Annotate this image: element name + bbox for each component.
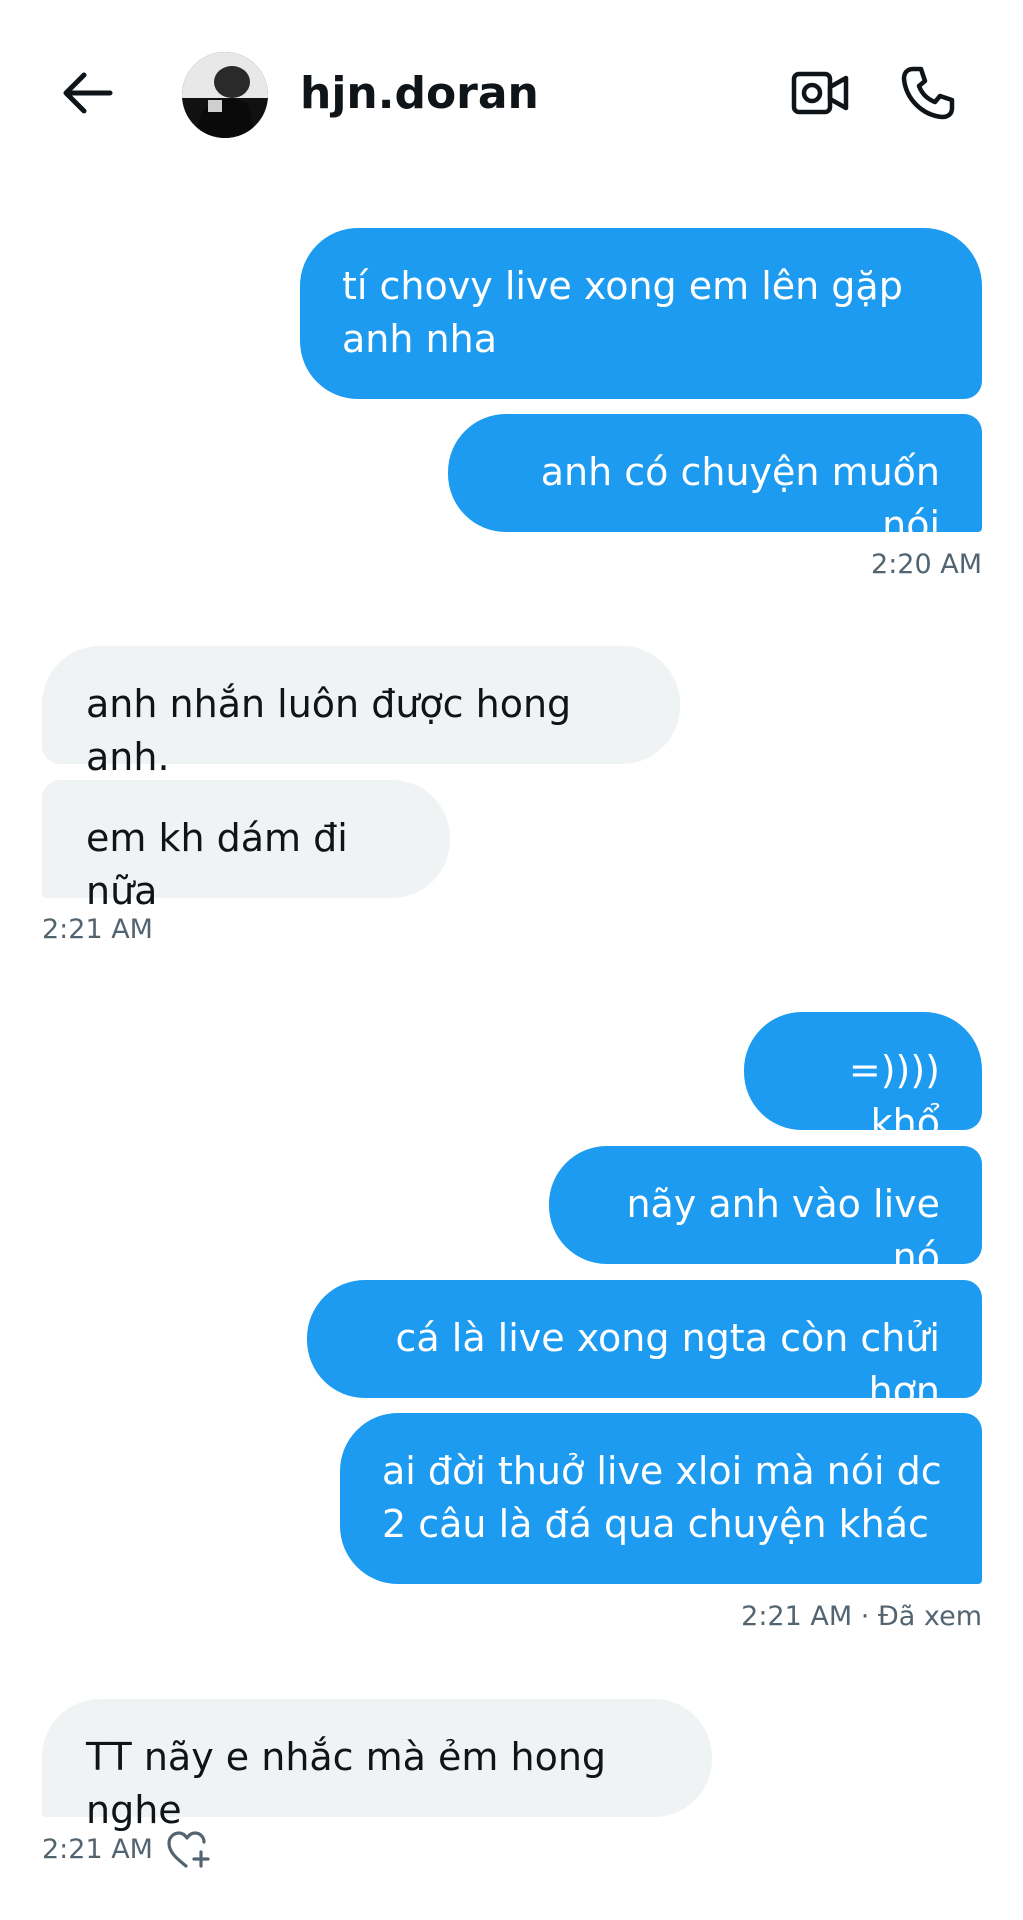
message-text: cá là live xong ngta còn chửi hơn [395, 1316, 941, 1413]
phone-icon [899, 64, 957, 126]
message-text: TT nãy e nhắc mà ẻm hong nghe [86, 1735, 607, 1832]
message-text: nãy anh vào live nó [626, 1182, 940, 1279]
message-timestamp: 2:21 AM [42, 914, 153, 945]
arrow-left-icon [62, 71, 114, 119]
message-bubble-outgoing[interactable]: nãy anh vào live nó [549, 1146, 982, 1279]
video-call-button[interactable] [785, 60, 855, 130]
message-bubble-outgoing[interactable]: cá là live xong ngta còn chửi hơn [307, 1280, 982, 1413]
video-camera-icon [790, 68, 850, 122]
conversation-header: hjn.doran [0, 0, 1023, 190]
message-text: anh có chuyện muốn nói [540, 450, 940, 547]
message-text: em kh dám đi nữa [86, 816, 348, 913]
message-bubble-outgoing[interactable]: ai đời thuở live xloi mà nói dc 2 câu là… [340, 1413, 982, 1584]
message-text: tí chovy live xong em lên gặp anh nha [342, 264, 903, 361]
avatar[interactable] [182, 52, 268, 138]
message-timestamp: 2:21 AM [42, 1834, 153, 1865]
message-text: anh nhắn luôn được hong anh. [86, 682, 572, 779]
username[interactable]: hjn.doran [300, 66, 539, 122]
voice-call-button[interactable] [893, 60, 963, 130]
add-reaction-button[interactable] [166, 1830, 212, 1870]
back-button[interactable] [48, 62, 128, 128]
message-bubble-outgoing[interactable]: =)))) khổ [744, 1012, 982, 1145]
message-text: ai đời thuở live xloi mà nói dc 2 câu là… [382, 1449, 942, 1546]
message-bubble-outgoing[interactable]: anh có chuyện muốn nói [448, 414, 982, 547]
message-timestamp: 2:20 AM [871, 549, 982, 580]
message-timestamp-seen: 2:21 AM · Đã xem [741, 1601, 982, 1632]
heart-plus-icon [166, 1831, 212, 1874]
message-text: =)))) khổ [848, 1048, 940, 1145]
message-bubble-outgoing[interactable]: tí chovy live xong em lên gặp anh nha [300, 228, 982, 399]
message-bubble-incoming[interactable]: anh nhắn luôn được hong anh. [42, 646, 680, 779]
message-bubble-incoming[interactable]: TT nãy e nhắc mà ẻm hong nghe [42, 1699, 712, 1832]
message-bubble-incoming[interactable]: em kh dám đi nữa [42, 780, 450, 913]
